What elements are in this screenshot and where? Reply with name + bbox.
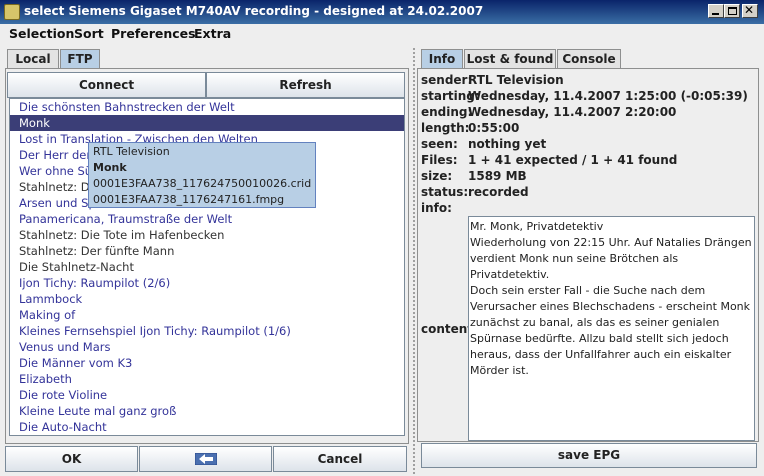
list-item[interactable]: Die schönsten Bahnstrecken der Welt (10, 99, 404, 115)
list-item[interactable]: Stahlnetz: Der fünfte Mann (10, 243, 404, 259)
content-line: heraus, dass der Unfallfahrer auch ein e… (470, 348, 732, 361)
tooltip-sender: RTL Television (93, 145, 170, 158)
cancel-button[interactable]: Cancel (273, 446, 407, 472)
size-label: size: (421, 169, 453, 183)
menu-preferences[interactable]: Preferences (111, 26, 196, 41)
close-icon: ✕ (744, 3, 755, 17)
status-value: recorded (468, 185, 529, 199)
tooltip-file: 0001E3FAA738_1176247161.fmpg (93, 193, 285, 206)
starting-value: Wednesday, 11.4.2007 1:25:00 (-0:05:39) (468, 89, 748, 103)
ending-value: Wednesday, 11.4.2007 2:20:00 (468, 105, 677, 119)
minimize-button[interactable] (708, 4, 724, 18)
content-line: zunächst zu banal, als das es seiner gen… (470, 316, 720, 329)
tab-lost-and-found[interactable]: Lost & found (464, 49, 556, 69)
content-line: Verursacher eines Blechschadens - ersche… (470, 300, 751, 313)
content-line: verdient Monk nun seine Brötchen als Pri… (470, 252, 679, 281)
list-item[interactable]: Ijon Tichy: Raumpilot (2/6) (10, 275, 404, 291)
content-line: Spürnase bedürfte. Allzu bald stellt sic… (470, 332, 729, 345)
title-bar: select Siemens Gigaset M740AV recording … (0, 0, 764, 24)
tab-local[interactable]: Local (7, 49, 59, 69)
maximize-icon (728, 7, 737, 15)
list-item[interactable]: Kleines Fernsehspiel Ijon Tichy: Raumpil… (10, 323, 404, 339)
tab-info[interactable]: Info (421, 49, 463, 69)
list-item[interactable]: Lammbock (10, 291, 404, 307)
info-label: info: (421, 201, 452, 215)
save-epg-button[interactable]: save EPG (421, 443, 757, 468)
list-item[interactable]: Die Männer vom K3 (10, 355, 404, 371)
sender-label: sender: (421, 73, 473, 87)
status-label: status: (421, 185, 469, 199)
maximize-button[interactable] (724, 4, 740, 18)
tooltip-file: 0001E3FAA738_117624750010026.crid (93, 177, 312, 190)
window-title: select Siemens Gigaset M740AV recording … (24, 4, 484, 18)
files-value: 1 + 41 expected / 1 + 41 found (468, 153, 678, 167)
list-item[interactable]: Die Auto-Nacht (10, 419, 404, 435)
list-item[interactable]: Venus und Mars (10, 339, 404, 355)
sender-value: RTL Television (468, 73, 564, 87)
java-app-icon (4, 4, 20, 20)
content-textarea[interactable]: Mr. Monk, Privatdetektiv Wiederholung vo… (468, 216, 755, 441)
content-line: Wiederholung von 22:15 Uhr. Auf Natalies… (470, 236, 752, 249)
menu-bar: Selection Sort Preferences Extra (0, 24, 764, 44)
back-arrow-icon (194, 452, 217, 466)
back-button[interactable] (139, 446, 272, 472)
tab-ftp[interactable]: FTP (60, 49, 100, 69)
content-line: Mr. Monk, Privatdetektiv (470, 220, 604, 233)
content-line: Doch sein erster Fall - die Suche nach d… (470, 284, 706, 297)
length-value: 0:55:00 (468, 121, 520, 135)
minimize-icon (712, 13, 719, 15)
list-item[interactable]: Making of (10, 307, 404, 323)
refresh-button[interactable]: Refresh (206, 72, 405, 98)
list-item[interactable]: Kleine Leute mal ganz groß (10, 403, 404, 419)
tooltip-title: Monk (93, 161, 127, 174)
files-label: Files: (421, 153, 458, 167)
ending-label: ending: (421, 105, 473, 119)
content-line: Mörder ist. (470, 364, 529, 377)
list-item[interactable]: Elizabeth (10, 371, 404, 387)
list-item[interactable]: Die rote Violine (10, 387, 404, 403)
connect-button[interactable]: Connect (7, 72, 206, 98)
list-item-selected[interactable]: Monk (10, 115, 404, 131)
seen-value: nothing yet (468, 137, 547, 151)
seen-label: seen: (421, 137, 458, 151)
list-item[interactable]: Panamericana, Traumstraße der Welt (10, 211, 404, 227)
menu-sort[interactable]: Sort (74, 26, 104, 41)
menu-selection[interactable]: Selection (9, 26, 74, 41)
size-value: 1589 MB (468, 169, 527, 183)
recording-tooltip: RTL Television Monk 0001E3FAA738_1176247… (88, 142, 316, 208)
close-button[interactable]: ✕ (742, 3, 758, 18)
tab-console[interactable]: Console (557, 49, 621, 69)
ok-button[interactable]: OK (5, 446, 138, 472)
length-label: length: (421, 121, 470, 135)
list-item[interactable]: Die Stahlnetz-Nacht (10, 259, 404, 275)
list-item[interactable]: Stahlnetz: Die Tote im Hafenbecken (10, 227, 404, 243)
menu-extra[interactable]: Extra (194, 26, 231, 41)
